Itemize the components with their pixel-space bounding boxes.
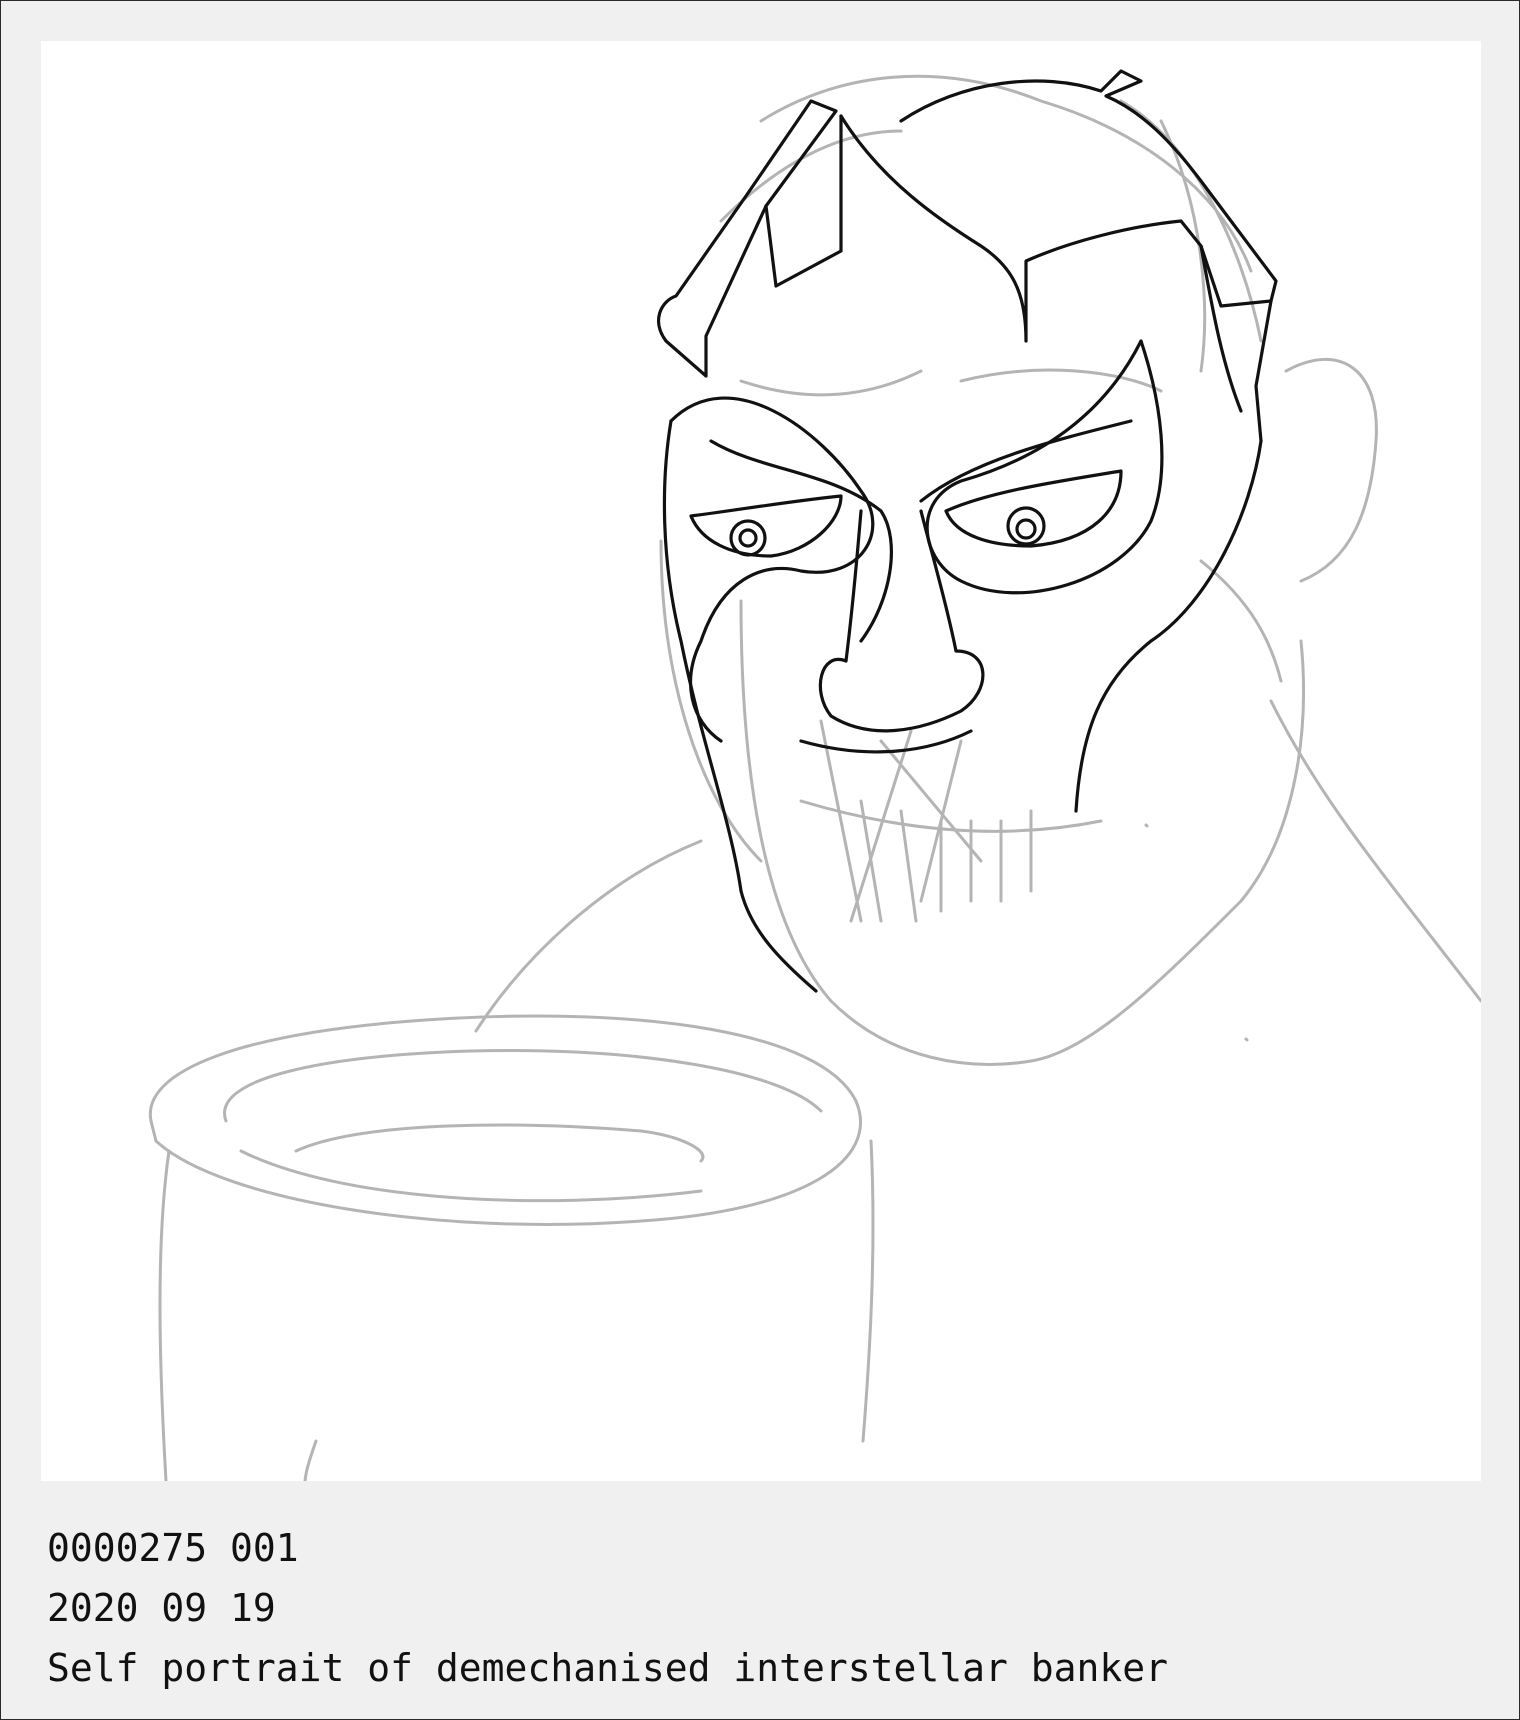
sketch-cup-right-wall <box>861 1139 875 1443</box>
ink-nose <box>818 509 985 733</box>
ink-layer <box>657 69 1278 993</box>
catalog-number: 0000275 001 <box>47 1526 299 1570</box>
sketch-shoulder-left <box>474 839 703 1033</box>
ink-left-pupil-outer <box>729 519 767 557</box>
sketch-cup-rim-outer <box>148 1014 862 1226</box>
ink-brow-ridge <box>709 419 1133 643</box>
sketch-helmet-lines <box>719 74 1263 373</box>
artwork-date: 2020 09 19 <box>47 1586 276 1630</box>
sketch-cheek <box>1199 559 1283 683</box>
sketch-cup-inside <box>294 1123 705 1163</box>
drawing-canvas <box>41 41 1481 1481</box>
caption-block: 0000275 001 2020 09 19 Self portrait of … <box>47 1518 1168 1698</box>
ink-left-eye <box>689 494 843 558</box>
sketch-dot-1 <box>1244 1037 1249 1042</box>
sketch-brow <box>739 368 1163 397</box>
sketch-shoulder-right <box>1269 699 1481 1003</box>
ink-helmet-left-plate <box>657 99 838 378</box>
ink-helmet-left-inner <box>764 114 843 288</box>
sketch-cup-handle <box>303 1439 318 1481</box>
sketch-head-outline <box>739 599 1305 1066</box>
artwork-title: Self portrait of demechanised interstell… <box>47 1646 1169 1690</box>
sketch-ear <box>1284 358 1378 583</box>
ink-face-outline-left <box>662 419 818 993</box>
artwork-frame <box>0 0 1520 1720</box>
sketch-layer <box>148 74 1481 1481</box>
ink-face-outline-right <box>1074 439 1263 813</box>
ink-left-pupil-inner <box>738 528 758 548</box>
sketch-dot-2 <box>1144 823 1149 828</box>
ink-right-pupil-inner <box>1015 518 1037 540</box>
sketch-cup-left-wall <box>158 1149 171 1481</box>
ink-left-eye-socket <box>669 396 875 743</box>
ink-helmet-top <box>899 69 1278 308</box>
sketch-jaw <box>659 539 763 863</box>
